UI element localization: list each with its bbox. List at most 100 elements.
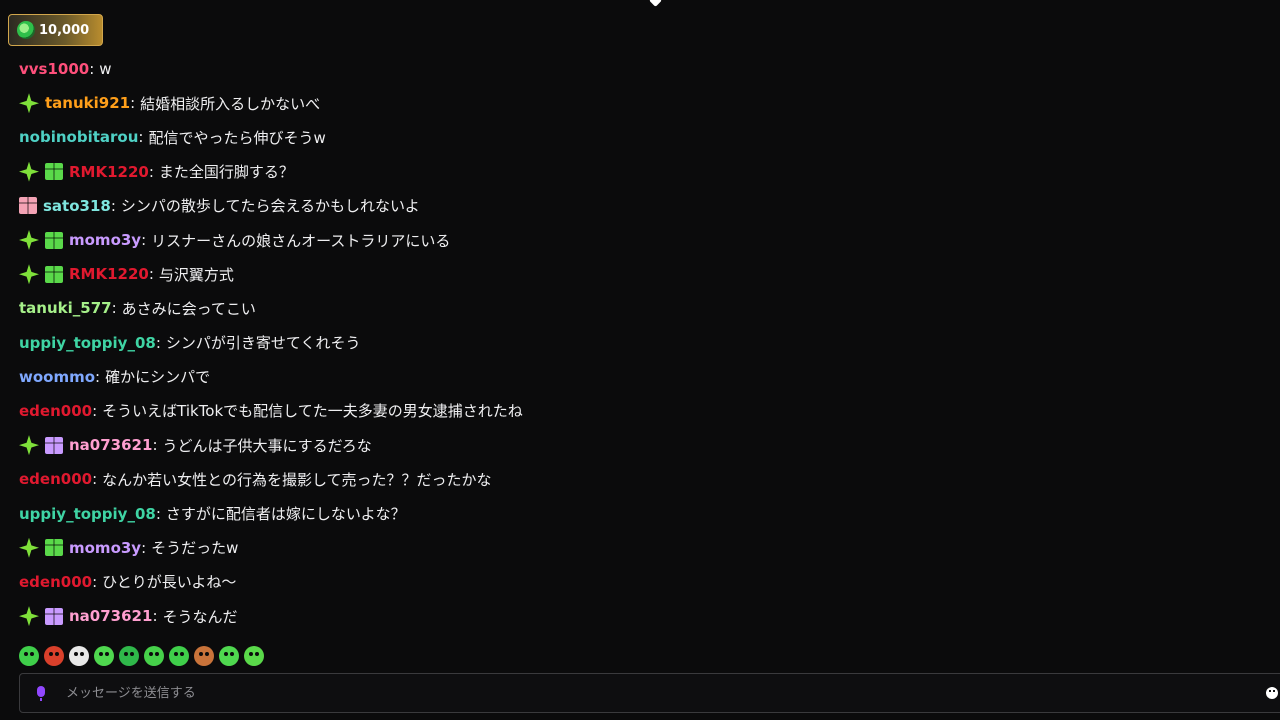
chat-message: eden000: そういえばTikTokでも配信してた一夫多妻の男女逮捕されたね xyxy=(19,394,1219,428)
gift-badge-icon[interactable] xyxy=(19,197,37,215)
chat-message: na073621: そうなんだ xyxy=(19,599,1219,633)
emote-9-icon[interactable] xyxy=(219,646,239,666)
chat-colon: : xyxy=(130,94,136,113)
chat-colon: : xyxy=(92,401,98,420)
chat-message: eden000: ひとりが長いよね〜 xyxy=(19,565,1219,599)
chat-message-text: シンパが引き寄せてくれそう xyxy=(165,334,361,353)
chat-username[interactable]: nobinobitarou xyxy=(19,128,138,146)
emote-4-icon[interactable] xyxy=(94,646,114,666)
chat-input-box[interactable] xyxy=(19,673,1280,713)
chat-colon: : xyxy=(95,367,101,386)
chat-colon: : xyxy=(152,436,158,455)
chat-message-text: シンパの散歩してたら会えるかもしれないよ xyxy=(120,197,420,216)
chat-message: sato318: シンパの散歩してたら会えるかもしれないよ xyxy=(19,189,1219,223)
chat-username[interactable]: eden000 xyxy=(19,402,92,420)
gift-badge-icon[interactable] xyxy=(45,607,63,625)
chat-username[interactable]: momo3y xyxy=(69,539,141,557)
chat-message-list: vvs1000: w tanuki921: 結婚相談所入るしかないべ nobinobit… xyxy=(19,52,1219,633)
chat-username[interactable]: eden000 xyxy=(19,573,92,591)
chat-message: uppiy_toppiy_08: さすがに配信者は嫁にしないよな？ xyxy=(19,496,1219,530)
gift-badge-icon[interactable] xyxy=(45,265,63,283)
emote-1-icon[interactable] xyxy=(19,646,39,666)
chat-username[interactable]: woommo xyxy=(19,368,95,386)
chat-message: momo3y: そうだったw xyxy=(19,531,1219,565)
chat-username[interactable]: eden000 xyxy=(19,470,92,488)
top-marker-icon xyxy=(649,0,662,7)
chat-username[interactable]: RMK1220 xyxy=(69,163,149,181)
chat-message-text: なんか若い女性との行為を撮影して売った？？だったかな xyxy=(102,470,492,489)
emote-10-icon[interactable] xyxy=(244,646,264,666)
chat-colon: : xyxy=(155,504,161,523)
microphone-icon[interactable] xyxy=(36,685,46,701)
chat-colon: : xyxy=(141,538,147,557)
chat-colon: : xyxy=(148,162,154,181)
sparkle-badge-icon[interactable] xyxy=(19,93,39,114)
chat-username[interactable]: uppiy_toppiy_08 xyxy=(19,334,156,352)
chat-username[interactable]: RMK1220 xyxy=(69,265,149,283)
chat-message: uppiy_toppiy_08: シンパが引き寄せてくれそう xyxy=(19,326,1219,360)
chat-message-text: 確かにシンパで xyxy=(105,368,211,387)
chat-colon: : xyxy=(138,128,144,147)
gift-badge-icon[interactable] xyxy=(45,436,63,454)
chat-message: RMK1220: また全国行脚する？ xyxy=(19,155,1219,189)
sparkle-badge-icon[interactable] xyxy=(19,230,39,251)
sparkle-badge-icon[interactable] xyxy=(19,435,39,456)
chat-colon: : xyxy=(89,60,95,79)
chat-username[interactable]: tanuki_577 xyxy=(19,299,112,317)
emote-3-icon[interactable] xyxy=(69,646,89,666)
gift-badge-icon[interactable] xyxy=(45,163,63,181)
chat-colon: : xyxy=(92,572,98,591)
gift-badge-icon[interactable] xyxy=(45,539,63,557)
chat-message-text: 結婚相談所入るしかないべ xyxy=(140,94,321,113)
emote-2-icon[interactable] xyxy=(44,646,64,666)
sparkle-badge-icon[interactable] xyxy=(19,606,39,627)
chat-message: nobinobitarou: 配信でやったら伸びそうw xyxy=(19,120,1219,154)
chat-username[interactable]: sato318 xyxy=(43,197,111,215)
gift-badge-icon[interactable] xyxy=(45,231,63,249)
channel-points-button[interactable]: 10,000 xyxy=(8,14,103,46)
chat-message: RMK1220: 与沢翼方式 xyxy=(19,257,1219,291)
chat-username[interactable]: uppiy_toppiy_08 xyxy=(19,505,156,523)
chat-username[interactable]: na073621 xyxy=(69,436,152,454)
chat-message: tanuki_577: あさみに会ってこい xyxy=(19,291,1219,325)
chat-message-text: さすがに配信者は嫁にしないよな？ xyxy=(165,505,406,524)
chat-colon: : xyxy=(141,231,147,250)
chat-username[interactable]: na073621 xyxy=(69,607,152,625)
emote-bar xyxy=(19,644,264,668)
chat-colon: : xyxy=(155,333,161,352)
chat-message-text: また全国行脚する？ xyxy=(158,163,294,182)
chat-message-text: そうなんだ xyxy=(162,607,238,626)
emote-6-icon[interactable] xyxy=(144,646,164,666)
chat-colon: : xyxy=(111,299,117,318)
chat-message: vvs1000: w xyxy=(19,52,1219,86)
sparkle-badge-icon[interactable] xyxy=(19,161,39,182)
chat-message-text: そうだったw xyxy=(151,539,239,558)
sparkle-badge-icon[interactable] xyxy=(19,537,39,558)
emote-5-icon[interactable] xyxy=(119,646,139,666)
chat-message: momo3y: リスナーさんの娘さんオーストラリアにいる xyxy=(19,223,1219,257)
chat-message-text: 配信でやったら伸びそうw xyxy=(148,128,326,147)
chat-message: tanuki921: 結婚相談所入るしかないべ xyxy=(19,86,1219,120)
chat-message-input[interactable] xyxy=(66,685,1216,701)
chat-message-text: 与沢翼方式 xyxy=(158,265,234,284)
chat-colon: : xyxy=(148,265,154,284)
emoji-picker-icon[interactable] xyxy=(1266,687,1278,699)
chat-colon: : xyxy=(152,607,158,626)
chat-username[interactable]: tanuki921 xyxy=(45,94,130,112)
chat-username[interactable]: momo3y xyxy=(69,231,141,249)
chat-message: na073621: うどんは子供大事にするだろな xyxy=(19,428,1219,462)
chat-message-text: あさみに会ってこい xyxy=(121,299,256,318)
chat-colon: : xyxy=(110,196,116,215)
sparkle-badge-icon[interactable] xyxy=(19,264,39,285)
chat-message-text: ひとりが長いよね〜 xyxy=(102,573,237,592)
emote-7-icon[interactable] xyxy=(169,646,189,666)
chat-message-text: w xyxy=(99,60,112,79)
channel-points-value: 10,000 xyxy=(39,22,90,38)
chat-colon: : xyxy=(92,470,98,489)
chat-message-text: リスナーさんの娘さんオーストラリアにいる xyxy=(151,231,451,250)
channel-points-icon xyxy=(17,21,35,39)
chat-message: eden000: なんか若い女性との行為を撮影して売った？？だったかな xyxy=(19,462,1219,496)
chat-message-text: そういえばTikTokでも配信してた一夫多妻の男女逮捕されたね xyxy=(102,402,523,421)
chat-username[interactable]: vvs1000 xyxy=(19,60,89,78)
emote-8-icon[interactable] xyxy=(194,646,214,666)
